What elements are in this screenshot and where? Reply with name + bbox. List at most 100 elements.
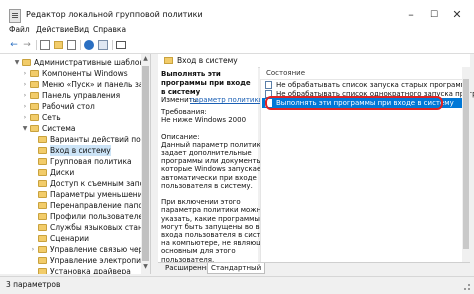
menu-action[interactable]: Действие (36, 25, 74, 34)
tree-item[interactable]: Доступ к съемным запомина (0, 178, 150, 189)
tree-item-label: Рабочий стол (42, 102, 95, 111)
tree-item-label: Меню «Пуск» и панель задач (42, 80, 151, 89)
toolbar-separator (112, 40, 113, 50)
folder-icon (38, 158, 47, 165)
tree-item-label: Управление электропитание (50, 256, 150, 265)
status-bar (0, 276, 474, 294)
tree-item-label: Перенаправление папок (50, 201, 148, 210)
tree-item[interactable]: Параметры уменьшения ри (0, 189, 150, 200)
folder-icon (38, 268, 47, 274)
collapsed-arrow-icon[interactable]: › (22, 68, 28, 79)
tree-item-label: Службы языковых стандарт (50, 223, 151, 232)
folder-icon (30, 125, 39, 132)
folder-icon (38, 235, 47, 242)
tree-item-label: Параметры уменьшения ри (50, 190, 151, 199)
folder-icon (38, 180, 47, 187)
tree-item-label: Диски (50, 168, 75, 177)
folder-icon (164, 57, 173, 64)
tree-item[interactable]: ▼ Система (0, 123, 150, 134)
tree-scrollbar-thumb[interactable] (142, 66, 149, 261)
description-line: Не ниже Windows 2000 (161, 116, 247, 125)
current-folder-label: Вход в систему (177, 56, 238, 65)
expanded-arrow-icon[interactable]: ▼ (22, 123, 28, 134)
folder-icon (30, 103, 39, 110)
back-arrow-icon[interactable]: ← (8, 39, 20, 51)
menu-file[interactable]: Файл (9, 25, 30, 34)
tree-item[interactable]: Варианты действий после н (0, 134, 150, 145)
folder-icon (38, 257, 47, 264)
tree-item[interactable]: Диски (0, 167, 150, 178)
tree-item[interactable]: › Панель управления (0, 90, 150, 101)
tree-item[interactable]: ▼ Административные шаблоны (0, 57, 150, 68)
filter-icon[interactable] (116, 41, 126, 49)
policy-setting-icon (265, 81, 272, 89)
policy-title: Выполнять эти программы при входе в сист… (161, 70, 251, 96)
status-text: 3 параметров (6, 280, 61, 289)
menu-help[interactable]: Справка (93, 25, 126, 34)
tree-pane: ▼ Административные шаблоны › Компоненты Win… (0, 54, 151, 274)
expanded-arrow-icon[interactable]: ▼ (14, 57, 20, 68)
tree-item-label: Панель управления (42, 91, 121, 100)
tree-item-label: Сценарии (50, 234, 89, 243)
folder-icon (38, 213, 47, 220)
folder-icon (30, 81, 39, 88)
tree-item[interactable]: › Меню «Пуск» и панель задач (0, 79, 150, 90)
folder-icon (38, 246, 47, 253)
collapsed-arrow-icon[interactable]: › (30, 244, 36, 255)
tree-item-label: Варианты действий после н (50, 135, 151, 144)
folder-icon (22, 59, 31, 66)
tree-item-label: Профили пользователей (50, 212, 148, 221)
forward-arrow-icon[interactable]: → (21, 39, 33, 51)
column-header-state[interactable]: Состояние (266, 69, 305, 77)
tree-item[interactable]: Профили пользователей (0, 211, 150, 222)
tree-item[interactable]: Перенаправление папок (0, 200, 150, 211)
folder-icon (38, 202, 47, 209)
tree-item[interactable]: Управление электропитание (0, 255, 150, 266)
properties-icon[interactable] (98, 40, 108, 50)
tree-item[interactable]: Вход в систему (0, 145, 150, 156)
list-scrollbar-thumb[interactable] (463, 79, 469, 249)
tree-item-label: Сеть (42, 113, 61, 122)
tree-item[interactable]: › Рабочий стол (0, 101, 150, 112)
description-line: пользователя в систему. (161, 181, 253, 190)
highlight-annotation (265, 96, 443, 110)
window-title: Редактор локальной групповой политики (26, 10, 203, 19)
collapsed-arrow-icon[interactable]: › (22, 90, 28, 101)
folder-icon (38, 191, 47, 198)
collapsed-arrow-icon[interactable]: › (22, 79, 28, 90)
help-icon[interactable] (84, 40, 94, 50)
tree-item[interactable]: › Сеть (0, 112, 150, 123)
export-list-icon[interactable] (67, 40, 76, 50)
close-button[interactable]: ✕ (448, 6, 466, 24)
resize-grip-icon[interactable] (464, 284, 470, 290)
scroll-down-arrow-icon[interactable]: ▼ (141, 263, 150, 272)
collapsed-arrow-icon[interactable]: › (22, 101, 28, 112)
tree-item-label: Групповая политика (50, 157, 132, 166)
folder-up-icon[interactable] (54, 41, 63, 49)
folder-icon (30, 70, 39, 77)
tree-item[interactable]: Групповая политика (0, 156, 150, 167)
tab-standard[interactable]: Стандартный (207, 263, 266, 274)
toolbar-separator (80, 40, 81, 50)
gpedit-app-icon (9, 9, 21, 23)
tree-item-label: Вход в систему (50, 145, 111, 156)
tree-item[interactable]: › Компоненты Windows (0, 68, 150, 79)
menu-view[interactable]: Вид (74, 25, 89, 34)
minimize-button[interactable]: – (402, 6, 420, 24)
toolbar-separator (36, 40, 37, 50)
folder-icon (30, 114, 39, 121)
tree-item-label: Административные шаблоны (34, 58, 151, 67)
scroll-up-arrow-icon[interactable]: ▲ (141, 55, 150, 64)
tree-item[interactable]: › Управление связью через Ин (0, 244, 150, 255)
edit-policy-link[interactable]: параметр политики (190, 96, 263, 104)
tree-item-label: Система (42, 124, 76, 133)
folder-icon (38, 169, 47, 176)
tree-item-label: Доступ к съемным запомина (50, 179, 150, 188)
tree-item-label: Установка драйвера (50, 267, 131, 274)
maximize-button[interactable]: ☐ (425, 6, 443, 24)
tree-item[interactable]: Сценарии (0, 233, 150, 244)
collapsed-arrow-icon[interactable]: › (22, 112, 28, 123)
tree-item[interactable]: Службы языковых стандарт (0, 222, 150, 233)
tree-item[interactable]: Установка драйвера (0, 266, 150, 274)
show-tree-icon[interactable] (40, 40, 50, 50)
